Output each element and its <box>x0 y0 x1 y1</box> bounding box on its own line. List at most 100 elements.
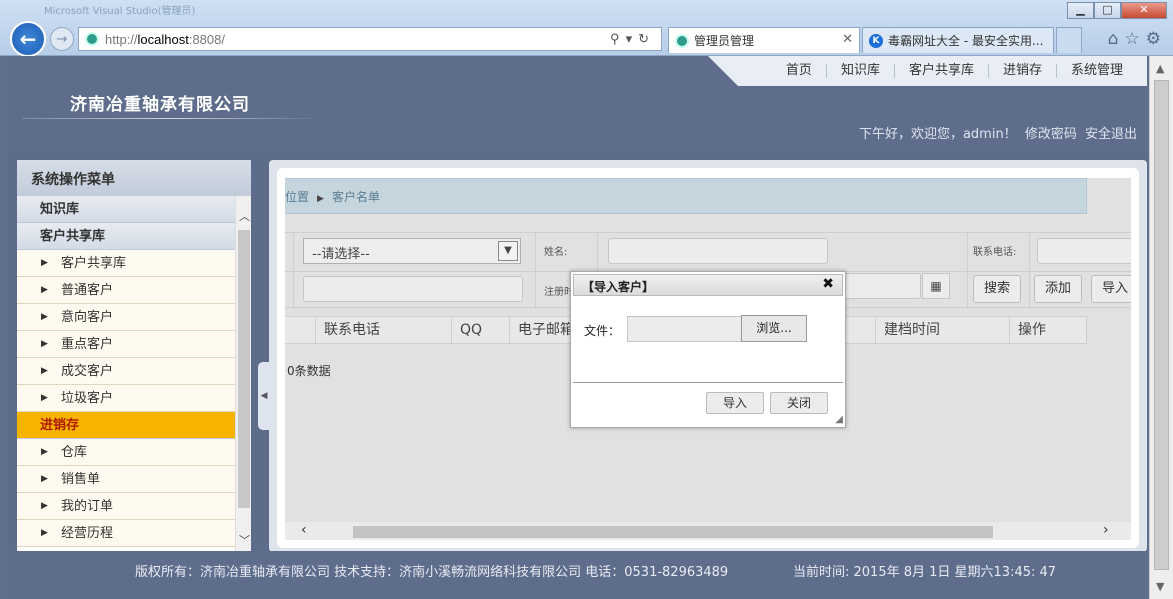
sidebar-item-label: 客户共享库 <box>61 256 127 271</box>
maximize-button[interactable]: □ <box>1094 2 1121 19</box>
chevron-left-icon[interactable]: ‹ <box>301 522 307 538</box>
page-scrollbar[interactable]: ▲ ▼ <box>1149 56 1173 599</box>
chevron-down-icon[interactable]: ﹀ <box>239 532 250 548</box>
sidebar-item-warehouse[interactable]: ▶ 仓库 <box>17 439 235 466</box>
nav-system[interactable]: 系统管理 <box>1055 64 1137 78</box>
company-logo: 济南冶重轴承有限公司 <box>70 95 250 115</box>
home-icon[interactable]: ⌂ <box>1108 29 1125 49</box>
add-button[interactable]: 添加 <box>1034 275 1082 303</box>
sidebar-item-key-customer[interactable]: ▶ 重点客户 <box>17 331 235 358</box>
dialog-title-text: 【导入客户】 <box>582 280 655 294</box>
file-path-input[interactable] <box>627 316 743 342</box>
scroll-thumb[interactable] <box>353 526 993 538</box>
triangle-right-icon: ▶ <box>41 366 48 376</box>
triangle-right-icon: ▶ <box>41 339 48 349</box>
chevron-up-icon[interactable]: ▲ <box>1156 62 1164 75</box>
chevron-right-icon[interactable]: › <box>1103 522 1109 538</box>
triangle-right-icon: ▶ <box>41 393 48 403</box>
nav-knowledge[interactable]: 知识库 <box>825 64 894 78</box>
triangle-right-icon: ▶ <box>41 501 48 511</box>
scroll-thumb[interactable] <box>238 230 250 508</box>
forward-button[interactable]: → <box>50 27 74 51</box>
sidebar-group-knowledge[interactable]: 知识库 <box>17 196 235 223</box>
tab-label: 管理员管理 <box>694 34 755 48</box>
import-dialog: 【导入客户】 ✖ 文件： 浏览... 导入 关闭 ◢ <box>570 271 846 428</box>
sidebar-item-label: 成交客户 <box>61 364 114 379</box>
logo-underline <box>22 118 322 119</box>
phone-input[interactable] <box>1037 238 1131 264</box>
change-password-link[interactable]: 修改密码 <box>1025 127 1077 142</box>
chevron-down-icon: ▼ <box>498 241 518 261</box>
sidebar-group-inventory[interactable]: 进销存 <box>17 412 235 439</box>
tab-favicon-icon: K <box>869 33 883 48</box>
address-bar[interactable]: http://localhost:8808/ ⚲▾↻ <box>78 27 662 51</box>
sidebar-item-junk-customer[interactable]: ▶ 垃圾客户 <box>17 385 235 412</box>
star-icon[interactable]: ☆ <box>1125 29 1146 49</box>
column-header[interactable]: 联系电话 <box>315 317 451 343</box>
sidebar-item-label: 仓库 <box>61 445 88 460</box>
back-button[interactable]: ← <box>10 21 46 57</box>
sidebar-item-sales-order[interactable]: ▶ 销售单 <box>17 466 235 493</box>
minimize-button[interactable]: ▁ <box>1067 2 1094 19</box>
breadcrumb: 位置 ▶ 客户名单 <box>285 178 1087 214</box>
tab-favicon-icon <box>675 33 689 48</box>
tab-label: 毒霸网址大全 - 最安全实用... <box>888 34 1044 48</box>
refresh-icon[interactable]: ↻ <box>638 31 655 46</box>
dialog-import-button[interactable]: 导入 <box>706 392 764 414</box>
sidebar-item-label: 我的订单 <box>61 499 114 514</box>
sidebar-scrollbar[interactable]: ︿ ﹀ <box>235 196 251 552</box>
chevron-down-icon[interactable]: ▼ <box>1156 580 1164 593</box>
horizontal-scrollbar[interactable]: ‹ › <box>285 522 1131 540</box>
sidebar-item-normal-customer[interactable]: ▶ 普通客户 <box>17 277 235 304</box>
close-icon[interactable]: ✖ <box>822 276 834 292</box>
clock-text: 当前时间: 2015年 8月 1日 星期六13:45: 47 <box>793 565 1057 580</box>
nav-home[interactable]: 首页 <box>772 64 826 78</box>
nav-customer-share[interactable]: 客户共享库 <box>893 64 988 78</box>
browse-button[interactable]: 浏览... <box>741 315 807 342</box>
tab-duba[interactable]: K 毒霸网址大全 - 最安全实用... <box>862 27 1054 53</box>
calendar-button[interactable]: ▦ <box>922 273 950 299</box>
column-header[interactable]: QQ <box>451 317 509 343</box>
name-label: 姓名: <box>544 247 568 258</box>
gear-icon[interactable]: ⚙ <box>1146 29 1167 49</box>
search-icon[interactable]: ⚲ <box>610 31 626 46</box>
sidebar-item-deal-customer[interactable]: ▶ 成交客户 <box>17 358 235 385</box>
sidebar-group-customer-share[interactable]: 客户共享库 <box>17 223 235 250</box>
close-icon[interactable]: ✕ <box>842 32 853 47</box>
column-header[interactable]: 操作 <box>1009 317 1087 343</box>
sidebar-item-customer-share[interactable]: ▶ 客户共享库 <box>17 250 235 277</box>
chevron-up-icon[interactable]: ︿ <box>239 208 250 224</box>
window-title: Microsoft Visual Studio(管理员) <box>44 6 196 17</box>
triangle-right-icon: ▶ <box>41 528 48 538</box>
breadcrumb-prefix: 位置 <box>285 190 310 204</box>
url-port: :8808/ <box>188 31 225 47</box>
new-tab-button[interactable] <box>1056 27 1082 53</box>
scroll-thumb[interactable] <box>1154 80 1169 570</box>
sidebar-item-label: 经营历程 <box>61 526 114 541</box>
window-close-button[interactable]: ✕ <box>1121 2 1167 19</box>
dropdown-icon[interactable]: ▾ <box>626 31 639 46</box>
triangle-right-icon: ▶ <box>41 474 48 484</box>
import-button[interactable]: 导入 <box>1091 275 1131 303</box>
triangle-right-icon: ▶ <box>41 312 48 322</box>
sidebar-item-history[interactable]: ▶ 经营历程 <box>17 520 235 547</box>
nav-inventory[interactable]: 进销存 <box>987 64 1056 78</box>
top-nav: 首页 知识库 客户共享库 进销存 系统管理 <box>708 56 1147 86</box>
column-header[interactable]: 建档时间 <box>875 317 1009 343</box>
calendar-icon: ▦ <box>930 279 942 293</box>
name-input[interactable] <box>608 238 828 264</box>
browser-chrome: Microsoft Visual Studio(管理员) ← → http://… <box>0 0 1173 57</box>
sidebar-title: 系统操作菜单 <box>17 160 251 196</box>
sidebar-item-my-orders[interactable]: ▶ 我的订单 <box>17 493 235 520</box>
search-button[interactable]: 搜索 <box>973 275 1021 303</box>
triangle-right-icon: ▶ <box>41 447 48 457</box>
tab-admin[interactable]: 管理员管理 ✕ <box>668 27 860 53</box>
resize-grip-icon[interactable]: ◢ <box>835 414 843 425</box>
logout-link[interactable]: 安全退出 <box>1085 127 1137 142</box>
keyword-input[interactable] <box>303 276 523 302</box>
dialog-close-button[interactable]: 关闭 <box>770 392 828 414</box>
category-select[interactable]: --请选择-- ▼ <box>303 238 521 264</box>
sidebar-item-intent-customer[interactable]: ▶ 意向客户 <box>17 304 235 331</box>
triangle-right-icon: ▶ <box>317 194 324 204</box>
triangle-left-icon: ◀ <box>260 391 268 401</box>
